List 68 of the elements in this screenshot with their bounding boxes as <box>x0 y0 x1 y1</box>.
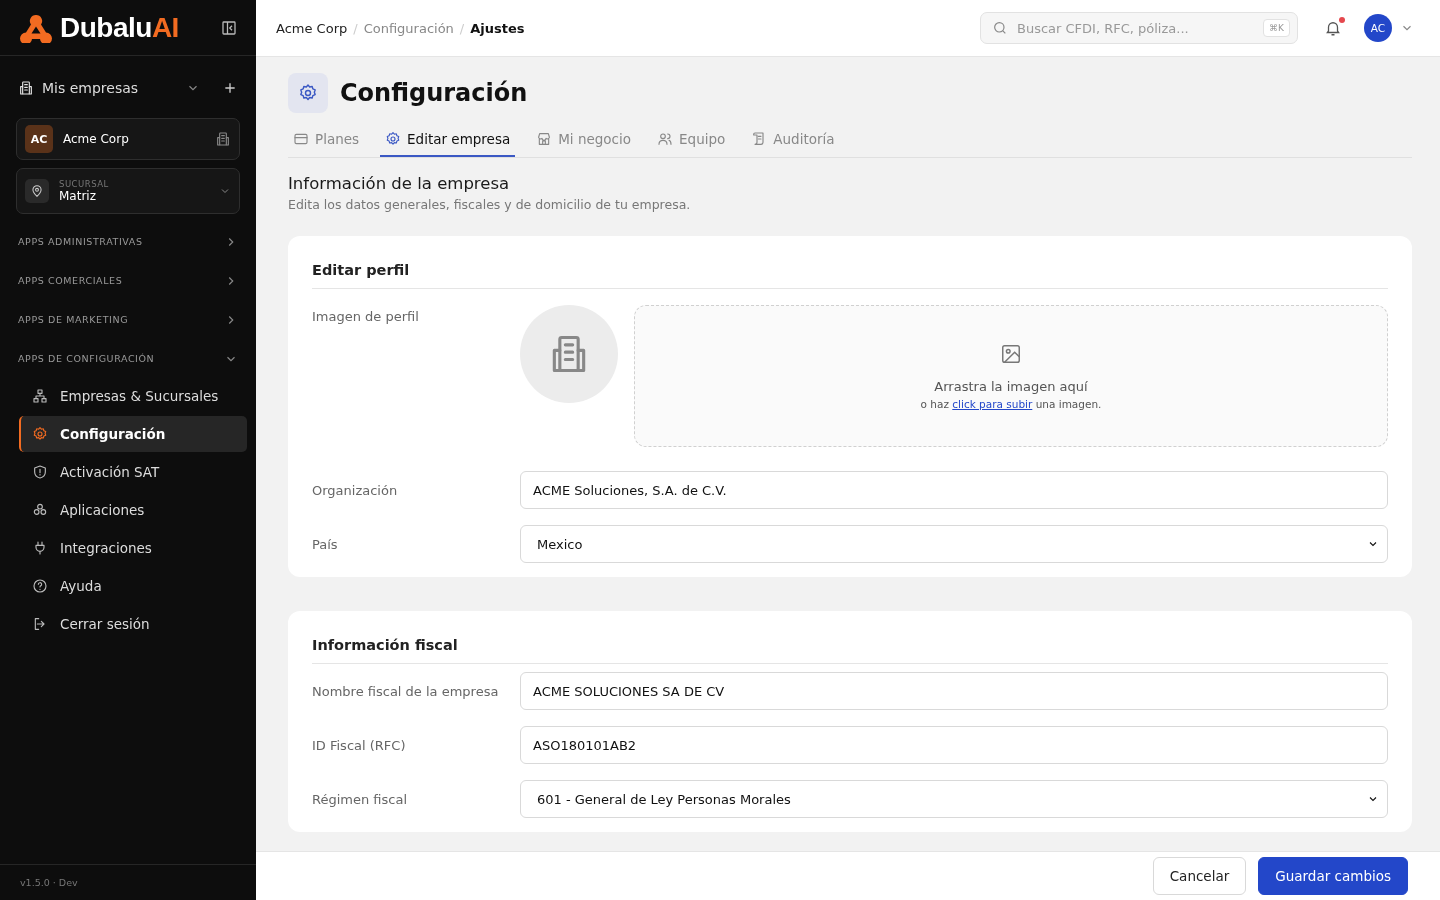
text-field[interactable]: ACME Soluciones, S.A. de C.V. <box>520 471 1388 509</box>
notification-bell-icon[interactable] <box>1324 19 1342 37</box>
cancel-button[interactable]: Cancelar <box>1152 857 1247 895</box>
field-label: Imagen de perfil <box>312 308 420 324</box>
nav-item[interactable]: Aplicaciones <box>19 492 247 528</box>
section-header[interactable]: APPS COMERCIALES <box>16 261 240 300</box>
field-label: País <box>312 536 339 552</box>
user-avatar[interactable]: AC <box>1364 14 1392 42</box>
field-label: ID Fiscal (RFC) <box>312 737 407 753</box>
section-subtitle: Edita los datos generales, fiscales y de domicilio de tu empresa. <box>288 197 692 212</box>
sitemap-icon <box>32 388 48 404</box>
help-icon <box>32 578 48 594</box>
nav-item[interactable]: Empresas & Sucursales <box>19 378 247 414</box>
circles-icon <box>32 502 48 518</box>
nav-item[interactable]: Configuración <box>19 416 247 452</box>
add-icon[interactable] <box>222 80 238 96</box>
breadcrumb-separator: / <box>459 20 465 36</box>
branch-label: SUCURSAL <box>59 179 110 189</box>
image-dropzone[interactable]: Arrastra la imagen aquí o haz click para subir una imagen. <box>634 305 1388 447</box>
building-icon <box>18 80 34 96</box>
breadcrumb-item[interactable]: Acme Corp <box>276 20 348 36</box>
dropzone-hint: o haz click para subir una imagen. <box>920 397 1102 410</box>
users-icon <box>657 131 674 147</box>
company-avatar: AC <box>25 125 53 153</box>
select-field[interactable]: Mexico <box>520 525 1388 563</box>
text-field[interactable]: ACME SOLUCIONES SA DE CV <box>520 672 1388 710</box>
upload-link[interactable]: click para subir <box>952 397 1033 410</box>
breadcrumb-separator: / <box>353 20 358 36</box>
gear-icon <box>385 131 402 147</box>
shortcut-hint: ⌘K <box>1263 19 1290 37</box>
field-label: Organización <box>312 482 399 498</box>
nav-item[interactable]: Cerrar sesión <box>19 606 247 642</box>
collapse-sidebar-button[interactable] <box>220 18 238 37</box>
shield-icon <box>32 464 48 480</box>
page-title: Configuración <box>340 79 528 107</box>
tab[interactable]: Editar empresa <box>380 123 516 157</box>
location-pin-icon <box>25 179 49 203</box>
nav-item[interactable]: Activación SAT <box>19 454 247 490</box>
card-icon <box>293 131 309 147</box>
settings-icon <box>288 73 328 113</box>
save-button[interactable]: Guardar cambios <box>1258 857 1408 895</box>
breadcrumb-item[interactable]: Configuración <box>363 20 454 36</box>
section-header[interactable]: APPS ADMINISTRATIVAS <box>16 222 240 261</box>
building-icon <box>215 131 231 147</box>
logo-icon <box>18 12 54 43</box>
dropzone-title: Arrastra la imagen aquí <box>934 378 1088 394</box>
brand-name: DubaluAI <box>60 11 180 44</box>
nav-item[interactable]: Ayuda <box>19 568 247 604</box>
company-selector[interactable]: AC Acme Corp <box>16 118 240 160</box>
company-name: Acme Corp <box>63 132 130 146</box>
card-title: Editar perfil <box>312 260 1388 289</box>
plug-icon <box>32 540 48 556</box>
image-icon <box>1000 342 1022 365</box>
breadcrumb-item[interactable]: Ajustes <box>470 20 525 36</box>
text-field[interactable]: ASO180101AB2 <box>520 726 1388 764</box>
section-title: Información de la empresa <box>288 174 511 193</box>
section-header[interactable]: APPS DE MARKETING <box>16 300 240 339</box>
branch-selector[interactable]: SUCURSAL Matriz <box>16 168 240 214</box>
branch-value: Matriz <box>59 189 97 203</box>
card-title: Información fiscal <box>312 635 1388 664</box>
field-label: Régimen fiscal <box>312 791 409 807</box>
section-header[interactable]: APPS DE CONFIGURACIÓN <box>16 339 240 378</box>
gear-icon <box>32 426 48 442</box>
nav-item[interactable]: Integraciones <box>19 530 247 566</box>
select-field[interactable]: 601 - General de Ley Personas Morales <box>520 780 1388 818</box>
field-label: Nombre fiscal de la empresa <box>312 683 500 699</box>
store-icon <box>536 131 553 147</box>
companies-label: Mis empresas <box>42 80 140 96</box>
